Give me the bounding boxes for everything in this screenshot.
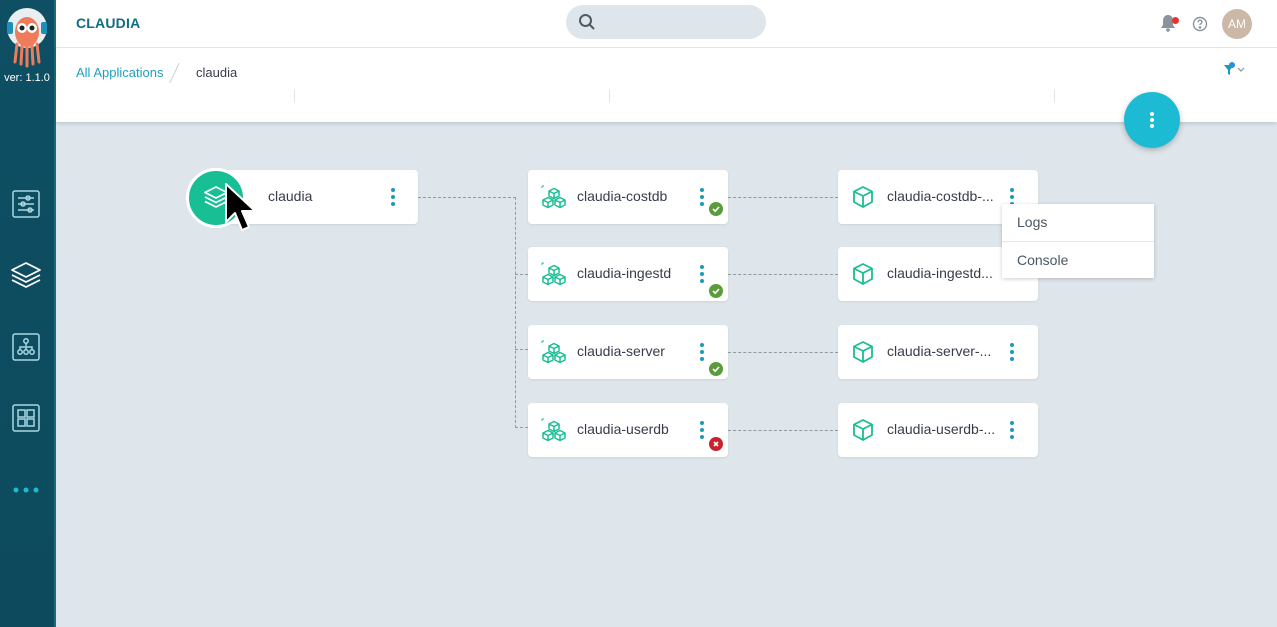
graph-edge <box>728 197 838 198</box>
settings-sliders-icon[interactable] <box>10 188 42 220</box>
error-status-icon <box>709 437 723 451</box>
breadcrumb-all-applications[interactable]: All Applications <box>76 65 163 80</box>
column-divider <box>294 90 295 102</box>
breadcrumb: All Applications claudia <box>56 48 1277 122</box>
pod-menu-button[interactable] <box>1002 339 1022 365</box>
app-node-label: claudia <box>268 188 313 204</box>
breadcrumb-separator <box>169 62 180 84</box>
healthy-status-icon <box>709 362 723 376</box>
pod-icon <box>850 339 876 370</box>
deployment-menu-button[interactable] <box>692 261 712 287</box>
menu-item-logs[interactable]: Logs <box>1002 204 1154 241</box>
pod-label: claudia-userdb-... <box>887 421 996 437</box>
pod-node[interactable]: claudia-server-... <box>838 325 1038 379</box>
graph-edge <box>418 197 516 198</box>
pod-context-menu: Logs Console <box>1002 204 1154 278</box>
graph-edge <box>728 352 838 353</box>
help-icon[interactable] <box>1192 16 1208 37</box>
healthy-status-icon <box>709 202 723 216</box>
filter-icon[interactable] <box>1222 62 1250 83</box>
deployment-menu-button[interactable] <box>692 339 712 365</box>
search-box[interactable] <box>566 5 766 39</box>
pod-label: claudia-costdb-... <box>887 188 994 204</box>
deployment-label: claudia-userdb <box>577 421 669 437</box>
avatar[interactable]: AM <box>1222 9 1252 39</box>
sidebar: ver: 1.1.0 <box>0 0 56 627</box>
deployment-node[interactable]: claudia-userdb <box>528 403 728 457</box>
deployment-label: claudia-costdb <box>577 188 668 204</box>
network-tree-icon[interactable] <box>10 331 42 363</box>
pod-label: claudia-server-... <box>887 343 992 359</box>
graph-edge <box>515 349 528 350</box>
search-input[interactable] <box>602 12 752 32</box>
deployment-label: claudia-server <box>577 343 665 359</box>
grid-apps-icon[interactable] <box>10 402 42 434</box>
app-node-menu-button[interactable] <box>383 184 403 210</box>
more-dots-icon[interactable] <box>10 473 42 505</box>
top-bar: CLAUDIA AM <box>56 0 1277 48</box>
pod-label: claudia-ingestd... <box>887 265 993 281</box>
deployment-node[interactable]: claudia-ingestd <box>528 247 728 301</box>
notification-badge <box>1172 17 1179 24</box>
column-divider <box>609 90 610 102</box>
healthy-status-icon <box>709 284 723 298</box>
deployment-icon <box>540 184 568 215</box>
graph-edge <box>515 197 516 428</box>
graph-edge <box>515 427 528 428</box>
argo-logo[interactable] <box>4 6 50 68</box>
pod-icon <box>850 184 876 215</box>
menu-item-console[interactable]: Console <box>1002 241 1154 278</box>
graph-edge <box>728 430 838 431</box>
mouse-cursor-icon <box>224 182 260 239</box>
graph-edge <box>515 274 528 275</box>
deployment-node[interactable]: claudia-server <box>528 325 728 379</box>
deployment-icon <box>540 339 568 370</box>
version-label: ver: 1.1.0 <box>4 72 50 84</box>
layers-icon[interactable] <box>10 259 42 291</box>
pod-icon <box>850 261 876 292</box>
deployment-menu-button[interactable] <box>692 417 712 443</box>
deployment-node[interactable]: claudia-costdb <box>528 170 728 224</box>
page-title: CLAUDIA <box>76 15 141 31</box>
column-divider <box>1054 90 1055 102</box>
actions-menu-button[interactable] <box>1124 92 1180 148</box>
graph-edge <box>728 274 838 275</box>
deployment-icon <box>540 417 568 448</box>
pod-node[interactable]: claudia-userdb-... <box>838 403 1038 457</box>
deployment-icon <box>540 261 568 292</box>
search-icon <box>578 13 596 36</box>
pod-icon <box>850 417 876 448</box>
pod-menu-button[interactable] <box>1002 417 1022 443</box>
deployment-label: claudia-ingestd <box>577 265 672 281</box>
breadcrumb-current: claudia <box>196 65 238 80</box>
